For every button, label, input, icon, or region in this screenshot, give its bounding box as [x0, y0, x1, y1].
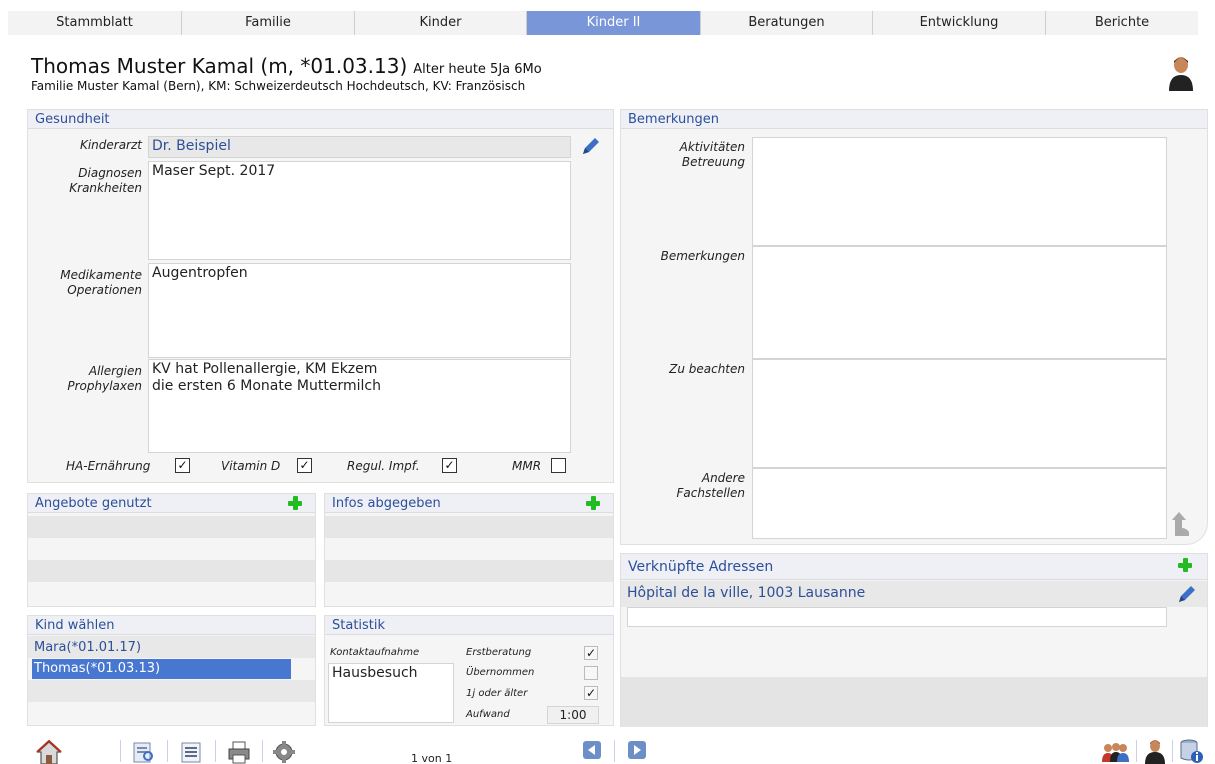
andere-fachstellen-field[interactable]	[752, 468, 1167, 539]
kinderarzt-label: Kinderarzt	[79, 138, 142, 152]
zu-beachten-label: Zu beachten	[669, 362, 745, 376]
address-detail-field[interactable]	[627, 607, 1167, 627]
tab-familie[interactable]: Familie	[182, 11, 355, 35]
tab-berichte[interactable]: Berichte	[1046, 11, 1198, 35]
andere-fachstellen-label: Andere Fachstellen	[676, 471, 745, 500]
toolbar-divider	[262, 740, 263, 762]
child-name: Thomas Muster Kamal (m, *01.03.13)	[31, 54, 408, 78]
tab-kinder[interactable]: Kinder	[355, 11, 527, 35]
medikamente-label: Medikamente Operationen	[60, 268, 142, 297]
tab-entwicklung[interactable]: Entwicklung	[873, 11, 1046, 35]
vitamin-d-checkbox[interactable]: ✓	[297, 458, 312, 473]
kinderarzt-field[interactable]: Dr. Beispiel	[148, 136, 571, 158]
resize-handle-icon[interactable]	[1171, 510, 1191, 536]
angebote-panel: Angebote genutzt	[27, 493, 316, 607]
list-row[interactable]	[28, 516, 315, 538]
kind-waehlen-title: Kind wählen	[28, 616, 315, 635]
erstberatung-label: Erstberatung	[466, 647, 532, 658]
diagnosen-field[interactable]: Maser Sept. 2017	[148, 161, 571, 260]
list-row[interactable]	[28, 560, 315, 582]
toolbar-divider	[1136, 740, 1137, 762]
person-icon[interactable]	[1144, 738, 1166, 764]
ha-ernaehrung-checkbox[interactable]: ✓	[175, 458, 190, 473]
regul-impf-checkbox[interactable]: ✓	[442, 458, 457, 473]
list-row[interactable]	[325, 560, 613, 582]
allergien-label: Allergien Prophylaxen	[67, 364, 142, 393]
kind-waehlen-panel: Kind wählen Mara(*01.01.17) Thomas(*01.0…	[27, 615, 316, 726]
edit-pen-icon[interactable]	[580, 135, 602, 157]
child-age: Alter heute 5Ja 6Mo	[413, 62, 542, 77]
search-record-icon[interactable]	[131, 740, 157, 764]
add-info-icon[interactable]	[585, 495, 601, 511]
gesundheit-title: Gesundheit	[28, 110, 613, 129]
kontakt-label: Kontaktaufnahme	[330, 647, 420, 658]
bemerkungen-label: Bemerkungen	[660, 249, 745, 263]
child-item-thomas[interactable]: Thomas(*01.03.13)	[32, 659, 291, 679]
list-row[interactable]	[325, 516, 613, 538]
aufwand-field[interactable]: 1:00	[547, 706, 599, 724]
next-record-icon[interactable]	[627, 740, 647, 760]
verknuepfte-panel: Verknüpfte Adressen	[620, 553, 1208, 727]
previous-record-icon[interactable]	[582, 740, 602, 760]
ha-ernaehrung-label: HA-Ernährung	[66, 459, 151, 473]
uebernommen-checkbox[interactable]	[584, 666, 598, 680]
database-info-icon[interactable]	[1180, 738, 1204, 764]
page-title: Thomas Muster Kamal (m, *01.03.13) Alter …	[31, 54, 542, 78]
vitamin-d-label: Vitamin D	[221, 459, 281, 473]
infos-panel: Infos abgegeben	[324, 493, 614, 607]
list-row	[621, 677, 1207, 727]
diagnosen-label: Diagnosen Krankheiten	[69, 166, 142, 195]
child-item-mara[interactable]: Mara(*01.01.17)	[32, 638, 291, 658]
list-view-icon[interactable]	[178, 740, 204, 764]
aktivitaeten-label: Aktivitäten Betreuung	[679, 140, 745, 169]
mmr-label: MMR	[512, 459, 542, 473]
home-icon[interactable]	[36, 740, 62, 764]
regul-impf-label: Regul. Impf.	[347, 459, 420, 473]
toolbar-divider	[1172, 740, 1173, 762]
allergien-field[interactable]: KV hat Pollenallergie, KM Ekzem die erst…	[148, 359, 571, 453]
alter-label: 1j oder älter	[466, 688, 528, 699]
angebote-title: Angebote genutzt	[28, 494, 315, 513]
bemerkungen-title: Bemerkungen	[621, 110, 1207, 129]
gear-icon[interactable]	[272, 740, 296, 764]
group-icon[interactable]	[1101, 740, 1129, 762]
bemerkungen-field[interactable]	[752, 246, 1167, 359]
uebernommen-label: Übernommen	[466, 667, 535, 678]
toolbar-divider	[167, 740, 168, 762]
tab-beratungen[interactable]: Beratungen	[701, 11, 873, 35]
alter-checkbox[interactable]: ✓	[584, 686, 598, 700]
aktivitaeten-field[interactable]	[752, 137, 1167, 246]
infos-title: Infos abgegeben	[325, 494, 613, 513]
kontakt-field[interactable]: Hausbesuch	[328, 663, 454, 723]
address-item[interactable]: Hôpital de la ville, 1003 Lausanne	[627, 585, 865, 601]
erstberatung-checkbox[interactable]: ✓	[584, 646, 598, 660]
tab-kinder-ii[interactable]: Kinder II	[527, 11, 701, 35]
tab-bar: Stammblatt Familie Kinder Kinder II Bera…	[8, 11, 1198, 35]
person-icon[interactable]	[1167, 55, 1195, 91]
family-subtitle: Familie Muster Kamal (Bern), KM: Schweiz…	[31, 79, 526, 93]
toolbar-divider	[614, 740, 615, 762]
add-angebot-icon[interactable]	[287, 495, 303, 511]
zu-beachten-field[interactable]	[752, 359, 1167, 468]
edit-address-icon[interactable]	[1176, 583, 1198, 605]
toolbar-divider	[120, 740, 121, 762]
aufwand-label: Aufwand	[466, 709, 510, 720]
toolbar-divider	[215, 740, 216, 762]
statistik-title: Statistik	[325, 616, 613, 635]
add-address-icon[interactable]	[1177, 557, 1193, 573]
mmr-checkbox[interactable]	[551, 458, 566, 473]
verknuepfte-title: Verknüpfte Adressen	[621, 554, 1207, 580]
list-row	[28, 680, 315, 702]
page-indicator: 1 von 1	[411, 752, 453, 764]
medikamente-field[interactable]: Augentropfen	[148, 263, 571, 358]
tab-stammblatt[interactable]: Stammblatt	[8, 11, 182, 35]
print-icon[interactable]	[226, 740, 252, 764]
